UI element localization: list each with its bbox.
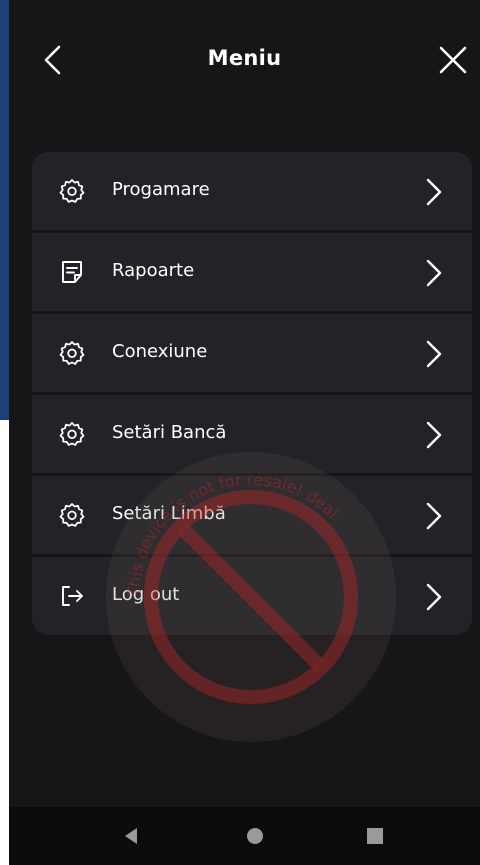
menu-item-label: Setări Bancă <box>112 422 227 443</box>
nav-home-icon[interactable] <box>243 824 267 848</box>
gear-icon <box>59 341 85 365</box>
chevron-right-icon <box>426 178 442 206</box>
logout-icon <box>62 586 83 606</box>
menu-item-label: Log out <box>112 584 180 605</box>
chevron-right-icon <box>426 502 442 530</box>
page-title: Meniu <box>207 46 282 70</box>
gear-icon <box>59 503 85 527</box>
chevron-right-icon <box>426 259 442 287</box>
nav-back-icon[interactable] <box>119 824 143 848</box>
close-button[interactable] <box>437 44 469 76</box>
menu-item-log-out[interactable]: Log out <box>32 557 472 635</box>
menu-item-label: Setări Limbă <box>112 503 226 524</box>
chevron-right-icon <box>426 583 442 611</box>
gear-icon <box>59 179 85 203</box>
phone-screen: Meniu Progamare Rapoarte Conexiune Setăr… <box>9 0 480 865</box>
menu-list: Progamare Rapoarte Conexiune Setări Banc… <box>32 152 472 635</box>
system-nav-bar <box>9 807 480 865</box>
menu-item-progamare[interactable]: Progamare <box>32 152 472 233</box>
gear-icon <box>59 422 85 446</box>
window-edge <box>0 0 9 420</box>
window-edge-bottom <box>0 420 9 865</box>
menu-item-setari-banca[interactable]: Setări Bancă <box>32 395 472 476</box>
close-icon <box>439 46 467 74</box>
menu-item-label: Rapoarte <box>112 260 195 281</box>
document-icon <box>62 261 82 283</box>
menu-item-rapoarte[interactable]: Rapoarte <box>32 233 472 314</box>
chevron-right-icon <box>426 421 442 449</box>
menu-item-conexiune[interactable]: Conexiune <box>32 314 472 395</box>
menu-item-label: Conexiune <box>112 341 208 362</box>
chevron-right-icon <box>426 340 442 368</box>
header: Meniu <box>9 30 480 90</box>
menu-item-label: Progamare <box>112 179 210 200</box>
menu-item-setari-limba[interactable]: Setări Limbă <box>32 476 472 557</box>
nav-recents-icon[interactable] <box>363 824 387 848</box>
